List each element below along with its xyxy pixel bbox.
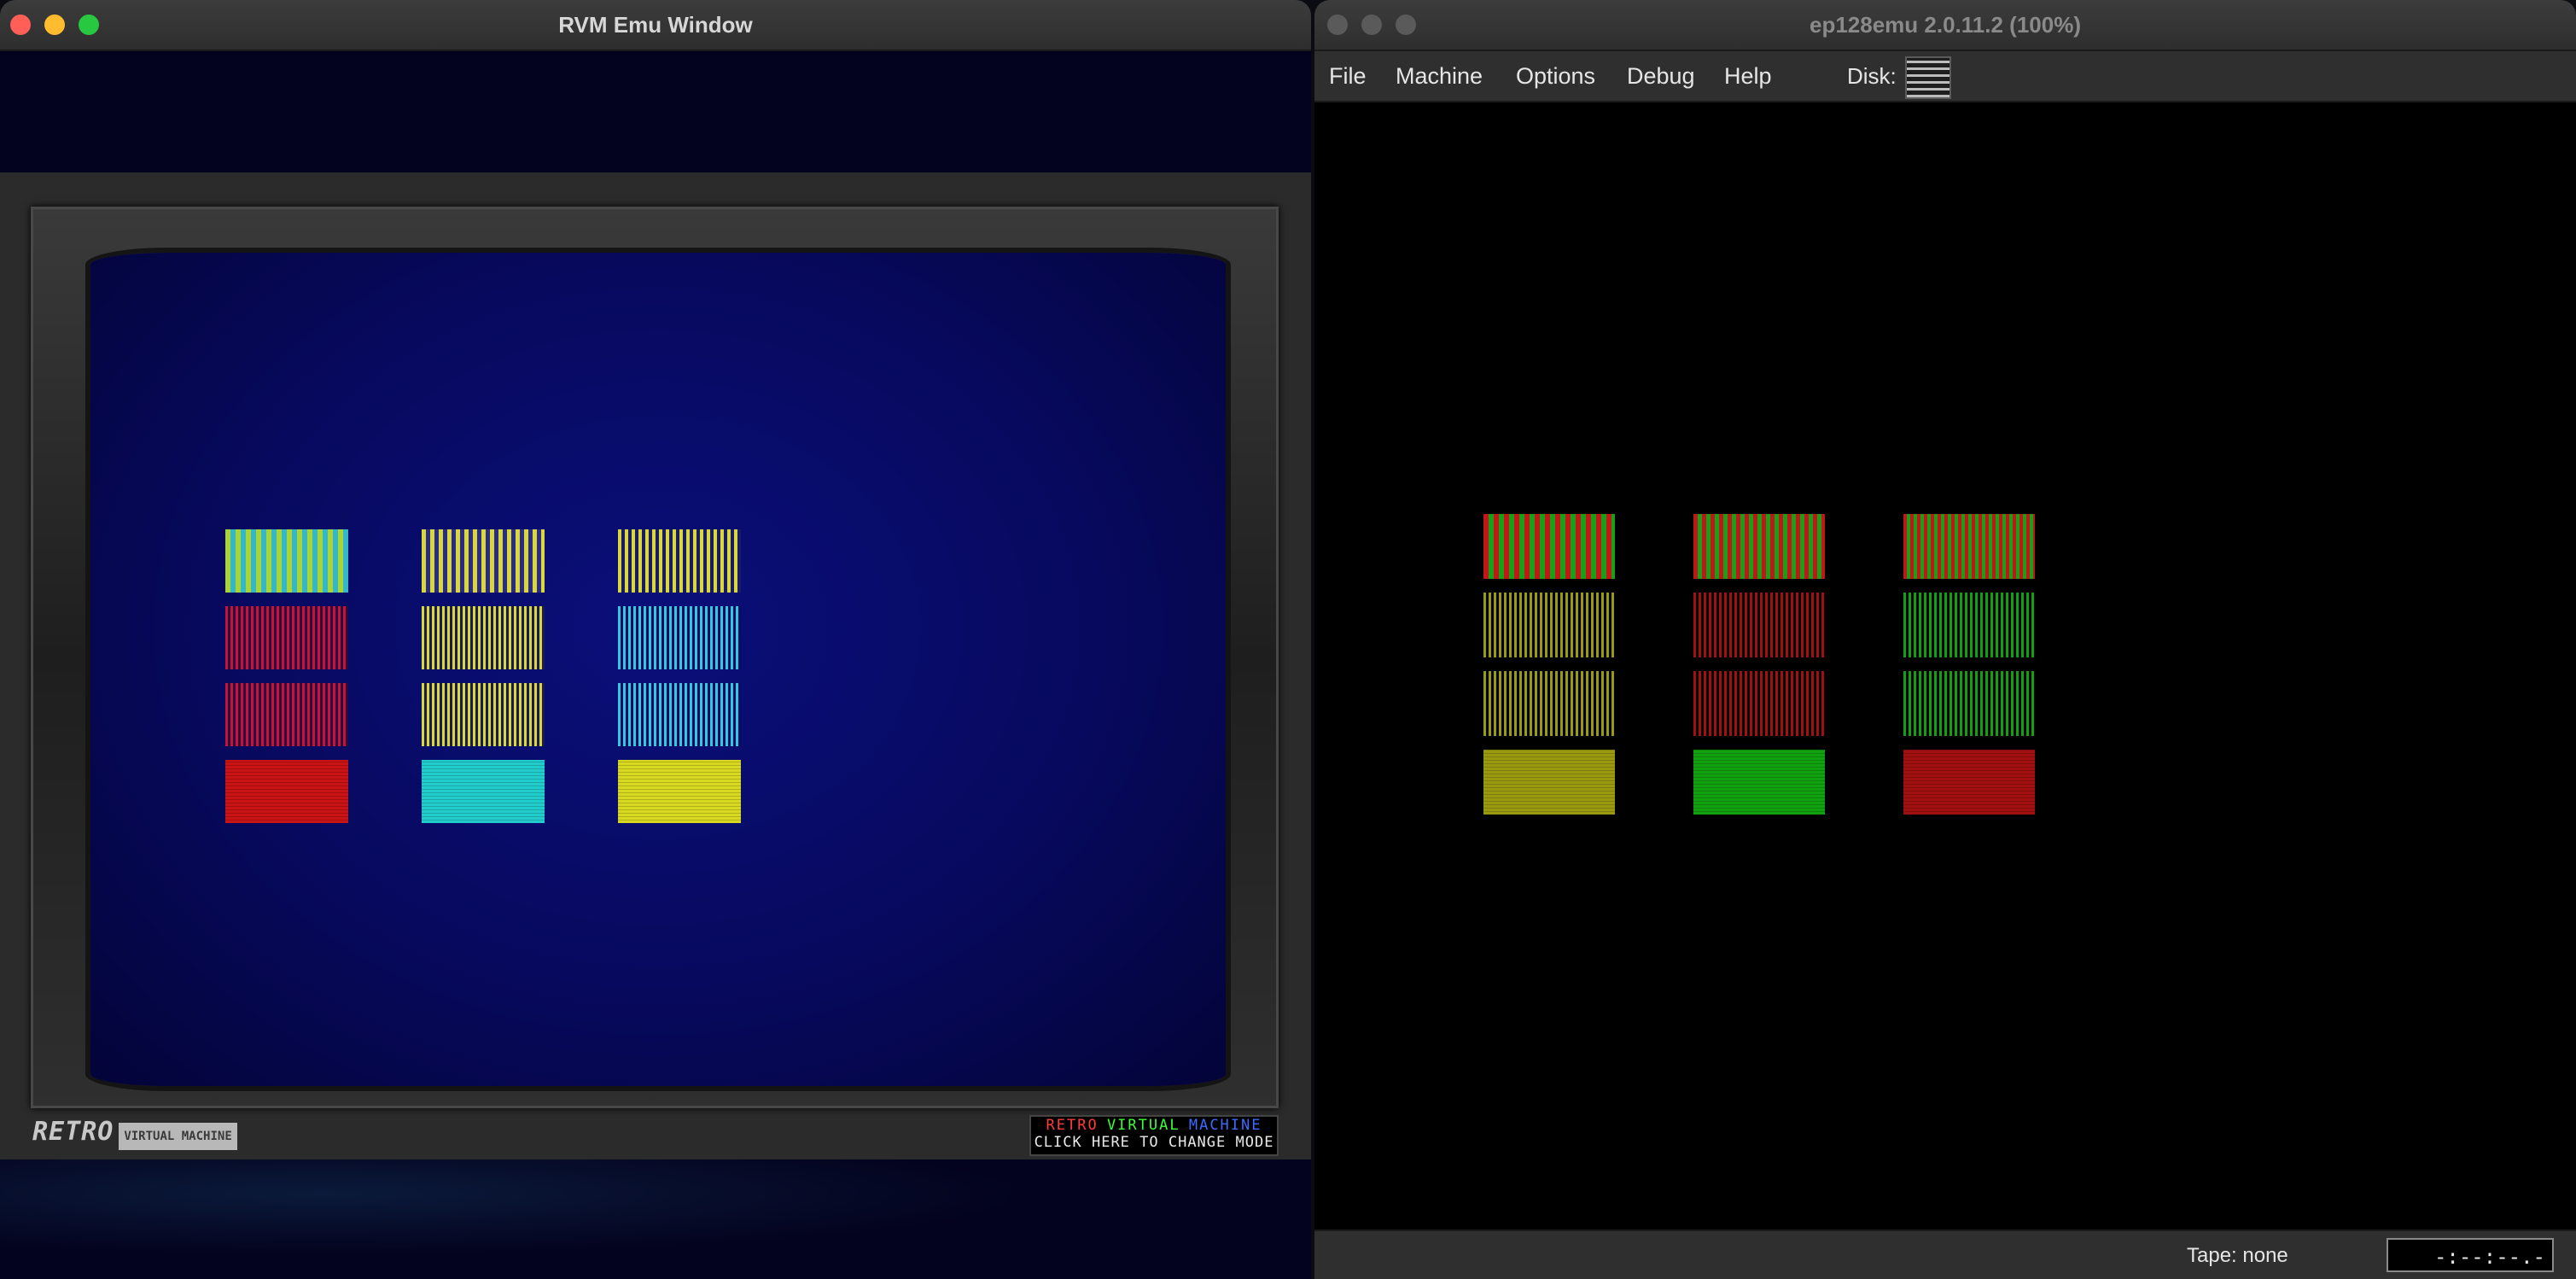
- mode-word-retro: RETRO: [1046, 1117, 1099, 1134]
- ep128emu-window: ep128emu 2.0.11.2 (100%) File Machine Op…: [1314, 0, 2576, 1279]
- disk-activity-icon: [1905, 56, 1951, 99]
- color-bar-c1-r2: [1483, 593, 1615, 657]
- retro-virtual-machine-logo: RETRO VIRTUAL MACHINE: [32, 1119, 237, 1150]
- tape-status: Tape: none: [2187, 1244, 2288, 1267]
- color-bar-c3-r3: [1903, 671, 2035, 736]
- ep-titlebar[interactable]: ep128emu 2.0.11.2 (100%): [1314, 0, 2576, 51]
- tape-counter: -:--:--.-: [2387, 1238, 2554, 1272]
- color-bar-c3-r1: [1903, 514, 2035, 579]
- rvm-emu-window: RVM Emu Window RETRO VIRTUAL MACHINE RETR…: [0, 0, 1311, 1279]
- status-bar: Tape: none -:--:--.-: [1314, 1229, 2576, 1279]
- color-bar-c2-r2: [422, 606, 545, 669]
- color-bar-c1-r1: [225, 529, 348, 593]
- mode-word-machine: MACHINE: [1188, 1117, 1262, 1134]
- color-bar-c2-r3: [1693, 671, 1825, 736]
- color-bar-c1-r1: [1483, 514, 1615, 579]
- color-bar-c1-r2: [225, 606, 348, 669]
- color-bar-c1-r3: [1483, 671, 1615, 736]
- color-bar-c2-r4: [422, 760, 545, 823]
- color-bar-c2-r3: [422, 683, 545, 746]
- menu-bar: File Machine Options Debug Help Disk:: [1314, 51, 2576, 102]
- color-bar-c3-r2: [618, 606, 741, 669]
- color-bar-c3-r4: [1903, 750, 2035, 815]
- rvm-titlebar[interactable]: RVM Emu Window: [0, 0, 1311, 51]
- window-title: RVM Emu Window: [558, 12, 753, 38]
- color-bar-c3-r3: [618, 683, 741, 746]
- change-mode-label: CLICK HERE TO CHANGE MODE: [1034, 1134, 1274, 1151]
- change-mode-button[interactable]: RETRO VIRTUAL MACHINE CLICK HERE TO CHAN…: [1029, 1115, 1279, 1156]
- mode-box-title: RETRO VIRTUAL MACHINE: [1031, 1117, 1277, 1134]
- mode-word-virtual: VIRTUAL: [1106, 1117, 1180, 1134]
- emulated-screen[interactable]: [1314, 102, 2576, 1229]
- color-bar-c3-r1: [618, 529, 741, 593]
- disk-label: Disk:: [1847, 63, 1897, 89]
- crt-monitor: RETRO VIRTUAL MACHINE RETRO VIRTUAL MACHI…: [0, 172, 1311, 1159]
- color-bar-c2-r1: [422, 529, 545, 593]
- color-bar-c2-r1: [1693, 514, 1825, 579]
- color-bar-c1-r3: [225, 683, 348, 746]
- color-bar-c1-r4: [225, 760, 348, 823]
- menu-options[interactable]: Options: [1516, 51, 1595, 101]
- color-bar-c2-r4: [1693, 750, 1825, 815]
- color-bar-c1-r4: [1483, 750, 1615, 815]
- rvm-bottom-background: [0, 1159, 1311, 1279]
- emulated-screen[interactable]: [90, 253, 1226, 1086]
- color-bar-c2-r2: [1693, 593, 1825, 657]
- menu-debug[interactable]: Debug: [1627, 51, 1695, 101]
- menu-machine[interactable]: Machine: [1396, 51, 1483, 101]
- rvm-top-background: [0, 51, 1311, 172]
- color-bar-c3-r4: [618, 760, 741, 823]
- window-title: ep128emu 2.0.11.2 (100%): [1810, 12, 2081, 38]
- menu-help[interactable]: Help: [1724, 51, 1772, 101]
- menu-file[interactable]: File: [1329, 51, 1367, 101]
- color-bar-c3-r2: [1903, 593, 2035, 657]
